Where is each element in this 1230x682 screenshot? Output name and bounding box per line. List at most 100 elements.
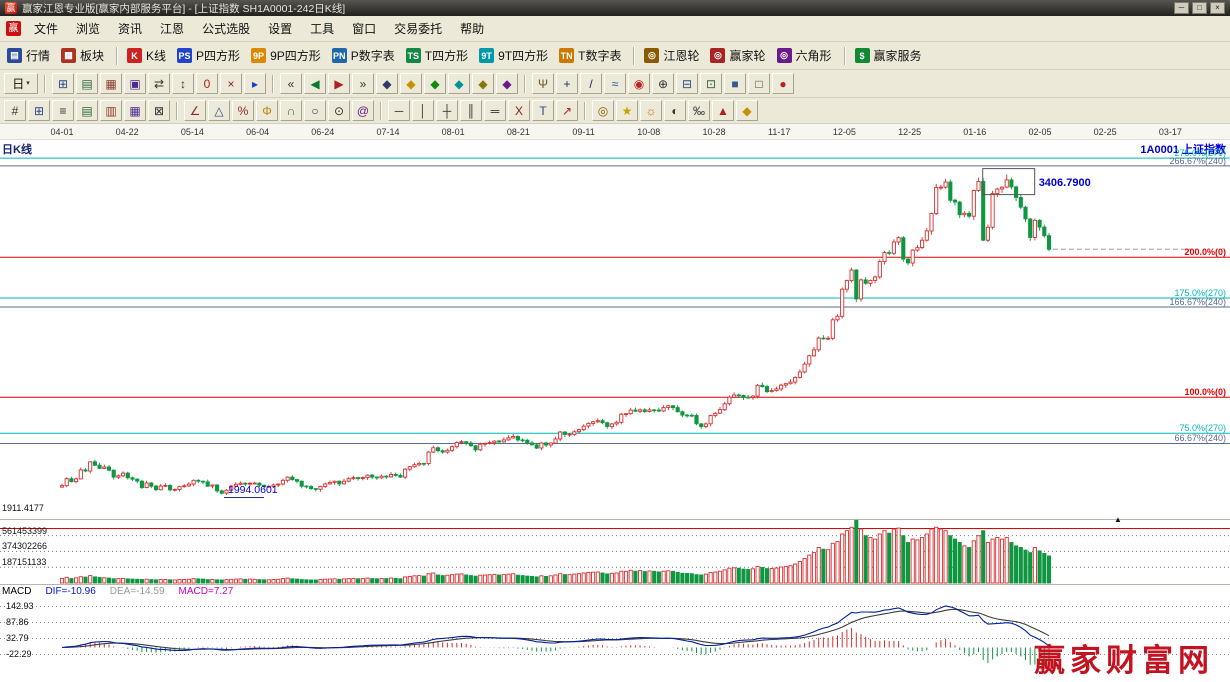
moon-phase-icon[interactable]: ◐: [664, 100, 686, 121]
p-square-button[interactable]: PSP四方形: [174, 45, 246, 66]
triangle-tool-icon[interactable]: ▲: [712, 100, 734, 121]
prev-screen-icon[interactable]: ◀: [304, 73, 326, 94]
star-tool-icon[interactable]: ★: [616, 100, 638, 121]
winner-wheel-button[interactable]: ◎赢家轮: [707, 45, 771, 66]
menu-settings[interactable]: 设置: [259, 16, 301, 41]
menu-help[interactable]: 帮助: [451, 16, 493, 41]
zero-restore-icon[interactable]: 0: [196, 73, 218, 94]
chart-canvas[interactable]: [0, 140, 1230, 682]
percent-retrace-icon[interactable]: %: [232, 100, 254, 121]
menu-news[interactable]: 资讯: [109, 16, 151, 41]
arc-tool-icon[interactable]: ∩: [280, 100, 302, 121]
save-icon[interactable]: ■: [724, 73, 746, 94]
flag-marker-icon[interactable]: ▸: [244, 73, 266, 94]
toolbar-main: ▤行情▦板块 KK线PSP四方形9P9P四方形PNP数字表TST四方形9T9T四方…: [0, 42, 1230, 70]
close-button[interactable]: ×: [1210, 2, 1225, 14]
snapshot-icon[interactable]: ⊡: [700, 73, 722, 94]
p-number-button[interactable]: PNP数字表: [329, 45, 401, 66]
crosshair-icon[interactable]: +: [556, 73, 578, 94]
arrow-mark-icon[interactable]: ↗: [556, 100, 578, 121]
target-rings-icon[interactable]: ⊙: [328, 100, 350, 121]
horizontal-line-icon[interactable]: ─: [388, 100, 410, 121]
t-number-button[interactable]: TNT数字表: [556, 45, 627, 66]
time-table-icon[interactable]: ▥: [100, 100, 122, 121]
grid-layout-icon[interactable]: ⊞: [52, 73, 74, 94]
macd-axis-label: 142.93: [6, 601, 34, 611]
menu-window[interactable]: 窗口: [343, 16, 385, 41]
axis-scale-icon[interactable]: ↕: [172, 73, 194, 94]
sun-cycle-icon[interactable]: ☼: [640, 100, 662, 121]
diamond-nav-green-icon[interactable]: ◆: [424, 73, 446, 94]
cycle-wheel-icon[interactable]: ◎: [592, 100, 614, 121]
pan-hand-icon[interactable]: Ψ: [532, 73, 554, 94]
switch-view-icon[interactable]: ⇄: [148, 73, 170, 94]
chart-area[interactable]: 日K线 1A0001 上证指数 1911.4177 3406.7900 1994…: [0, 140, 1230, 682]
x-line-icon[interactable]: X: [508, 100, 530, 121]
board-monitor-icon[interactable]: ▦: [100, 73, 122, 94]
market-cart-icon[interactable]: ●: [772, 73, 794, 94]
toolbar-separator: [633, 47, 635, 65]
date-label: 12-25: [894, 127, 926, 137]
menu-formula-stock[interactable]: 公式选股: [193, 16, 259, 41]
menu-gann[interactable]: 江恩: [151, 16, 193, 41]
cross-line-icon[interactable]: ┼: [436, 100, 458, 121]
menu-trade[interactable]: 交易委托: [385, 16, 451, 41]
winner-service-button[interactable]: $赢家服务: [852, 45, 928, 66]
spiral-icon[interactable]: @: [352, 100, 374, 121]
toolbar-separator: [176, 102, 178, 120]
gann-lines-icon[interactable]: ≡: [52, 100, 74, 121]
menu-browse[interactable]: 浏览: [67, 16, 109, 41]
diamond-nav-dark-icon[interactable]: ◆: [376, 73, 398, 94]
calendar-icon[interactable]: ⊟: [676, 73, 698, 94]
menu-file[interactable]: 文件: [25, 16, 67, 41]
golden-section-icon[interactable]: Φ: [256, 100, 278, 121]
9t-square-button[interactable]: 9T9T四方形: [476, 45, 554, 66]
permille-icon[interactable]: ‰: [688, 100, 710, 121]
hexagon-button[interactable]: ◎六角形: [774, 45, 838, 66]
parallel-line-icon[interactable]: ═: [484, 100, 506, 121]
price-table-icon[interactable]: ▤: [76, 100, 98, 121]
winner-wheel-icon: ◎: [710, 48, 725, 63]
diamond-nav-gold-icon[interactable]: ◆: [400, 73, 422, 94]
trend-line-icon[interactable]: /: [580, 73, 602, 94]
winner-ring-icon[interactable]: ◉: [628, 73, 650, 94]
date-label: 10-28: [698, 127, 730, 137]
minimize-button[interactable]: ─: [1174, 2, 1189, 14]
vertical-line-icon[interactable]: │: [412, 100, 434, 121]
circle-cycle-icon[interactable]: ○: [304, 100, 326, 121]
wave-line-icon[interactable]: ≈: [604, 73, 626, 94]
region-select-icon[interactable]: ⊠: [148, 100, 170, 121]
quotes-label: 行情: [26, 47, 50, 64]
measure-grid-icon[interactable]: #: [4, 100, 26, 121]
last-screen-icon[interactable]: »: [352, 73, 374, 94]
diamond-nav-olive-icon[interactable]: ◆: [472, 73, 494, 94]
kline-button[interactable]: KK线: [124, 45, 172, 66]
chart-window-icon[interactable]: ▣: [124, 73, 146, 94]
t-square-button[interactable]: TST四方形: [403, 45, 474, 66]
text-note-icon[interactable]: T: [532, 100, 554, 121]
angle-line-icon[interactable]: △: [208, 100, 230, 121]
channel-line-icon[interactable]: ║: [460, 100, 482, 121]
erase-object-icon[interactable]: ×: [220, 73, 242, 94]
quotes-button[interactable]: ▤行情: [4, 45, 56, 66]
print-icon[interactable]: □: [748, 73, 770, 94]
gann-wheel-button[interactable]: ◎江恩轮: [641, 45, 705, 66]
quote-list-icon[interactable]: ▤: [76, 73, 98, 94]
gann-square-icon[interactable]: ⊞: [28, 100, 50, 121]
diamond-tool-icon[interactable]: ◆: [736, 100, 758, 121]
p-square-icon: PS: [177, 48, 192, 63]
period-day-button[interactable]: 日▾: [4, 73, 38, 94]
maximize-button[interactable]: □: [1192, 2, 1207, 14]
diamond-nav-teal-icon[interactable]: ◆: [448, 73, 470, 94]
9p-square-button[interactable]: 9P9P四方形: [248, 45, 327, 66]
diamond-nav-purple-icon[interactable]: ◆: [496, 73, 518, 94]
next-screen-icon[interactable]: ▶: [328, 73, 350, 94]
sectors-button[interactable]: ▦板块: [58, 45, 110, 66]
menu-tools[interactable]: 工具: [301, 16, 343, 41]
volume-axis-label: 374302266: [2, 541, 47, 551]
first-screen-icon[interactable]: «: [280, 73, 302, 94]
gann-fan-icon[interactable]: ∠: [184, 100, 206, 121]
watermark: 赢家财富网: [1034, 635, 1214, 680]
dense-grid-icon[interactable]: ▦: [124, 100, 146, 121]
gann-compass-icon[interactable]: ⊕: [652, 73, 674, 94]
